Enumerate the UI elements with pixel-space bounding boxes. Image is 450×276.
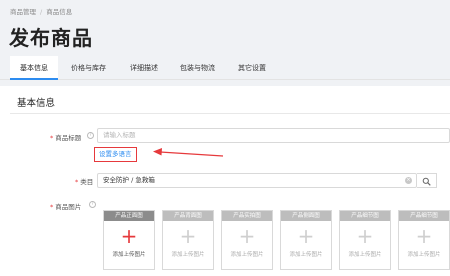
tab-price-stock[interactable]: 价格与库存 — [71, 56, 106, 80]
product-title-input[interactable]: 请输入标题 — [97, 128, 450, 143]
tab-bar: 基本信息 价格与库存 详细描述 包装与物流 其它设置 — [0, 56, 450, 80]
image-upload-slot-real[interactable]: 产品实拍图 + 添加上传图片 — [221, 210, 273, 270]
product-images-label: * 商品图片 — [50, 201, 81, 211]
plus-icon: + — [179, 224, 197, 248]
image-slot-caption: 添加上传图片 — [230, 252, 264, 258]
category-label-text: 类目 — [80, 178, 94, 186]
image-slot-title: 产品实拍图 — [222, 211, 272, 221]
help-circle-icon[interactable]: ? — [89, 201, 96, 208]
set-multilanguage-link[interactable]: 设置多语言 — [94, 147, 137, 162]
tab-detail-description[interactable]: 详细描述 — [130, 56, 158, 80]
image-slot-title: 产品正面图 — [104, 211, 154, 221]
image-slot-title: 产品细节图 — [399, 211, 449, 221]
section-title: 基本信息 — [17, 98, 56, 109]
image-slot-title: 产品细节图 — [340, 211, 390, 221]
category-label: * 类目 — [75, 176, 93, 186]
image-slot-title: 产品侧面图 — [281, 211, 331, 221]
help-circle-icon[interactable]: ? — [87, 132, 94, 139]
breadcrumb: 商品管理 / 商品信息 — [10, 6, 72, 16]
category-search-button[interactable] — [417, 173, 437, 188]
plus-icon: + — [297, 224, 315, 248]
plus-icon: + — [356, 224, 374, 248]
product-title-label-text: 商品标题 — [55, 134, 82, 142]
image-upload-slot-back[interactable]: 产品背面图 + 添加上传图片 — [162, 210, 214, 270]
image-slot-caption: 添加上传图片 — [289, 252, 323, 258]
image-slot-caption: 添加上传图片 — [348, 252, 382, 258]
search-icon — [422, 177, 431, 186]
plus-icon: + — [415, 224, 433, 248]
image-slot-caption: 添加上传图片 — [112, 252, 146, 258]
image-upload-slot-front[interactable]: 产品正面图 + 添加上传图片 — [103, 210, 155, 270]
tab-other-settings[interactable]: 其它设置 — [238, 56, 266, 80]
tab-basic-info[interactable]: 基本信息 — [10, 56, 58, 80]
breadcrumb-item-product-info: 商品信息 — [46, 8, 73, 16]
image-slot-title: 产品背面图 — [163, 211, 213, 221]
section-divider — [10, 113, 450, 114]
product-title-label: * 商品标题 — [50, 132, 81, 142]
image-upload-slot-side[interactable]: 产品侧面图 + 添加上传图片 — [280, 210, 332, 270]
clear-circle-icon[interactable]: × — [405, 177, 412, 184]
breadcrumb-item-product-management[interactable]: 商品管理 — [10, 8, 36, 16]
required-asterisk: * — [50, 134, 54, 142]
image-slot-caption: 添加上传图片 — [407, 252, 441, 258]
page-title: 发布商品 — [9, 26, 93, 50]
tab-packaging-logistics[interactable]: 包装与物流 — [180, 56, 215, 80]
image-slot-caption: 添加上传图片 — [171, 252, 205, 258]
required-asterisk: * — [75, 178, 79, 186]
plus-icon: + — [120, 224, 138, 248]
breadcrumb-separator: / — [40, 8, 43, 16]
image-upload-slot-detail-1[interactable]: 产品细节图 + 添加上传图片 — [339, 210, 391, 270]
category-select[interactable]: 安全防护 / 急救箱 — [97, 173, 417, 188]
image-upload-slot-detail-2[interactable]: 产品细节图 + 添加上传图片 — [398, 210, 450, 270]
plus-icon: + — [238, 224, 256, 248]
annotation-arrow-icon — [153, 148, 224, 157]
required-asterisk: * — [50, 203, 54, 211]
product-images-label-text: 商品图片 — [55, 203, 82, 211]
